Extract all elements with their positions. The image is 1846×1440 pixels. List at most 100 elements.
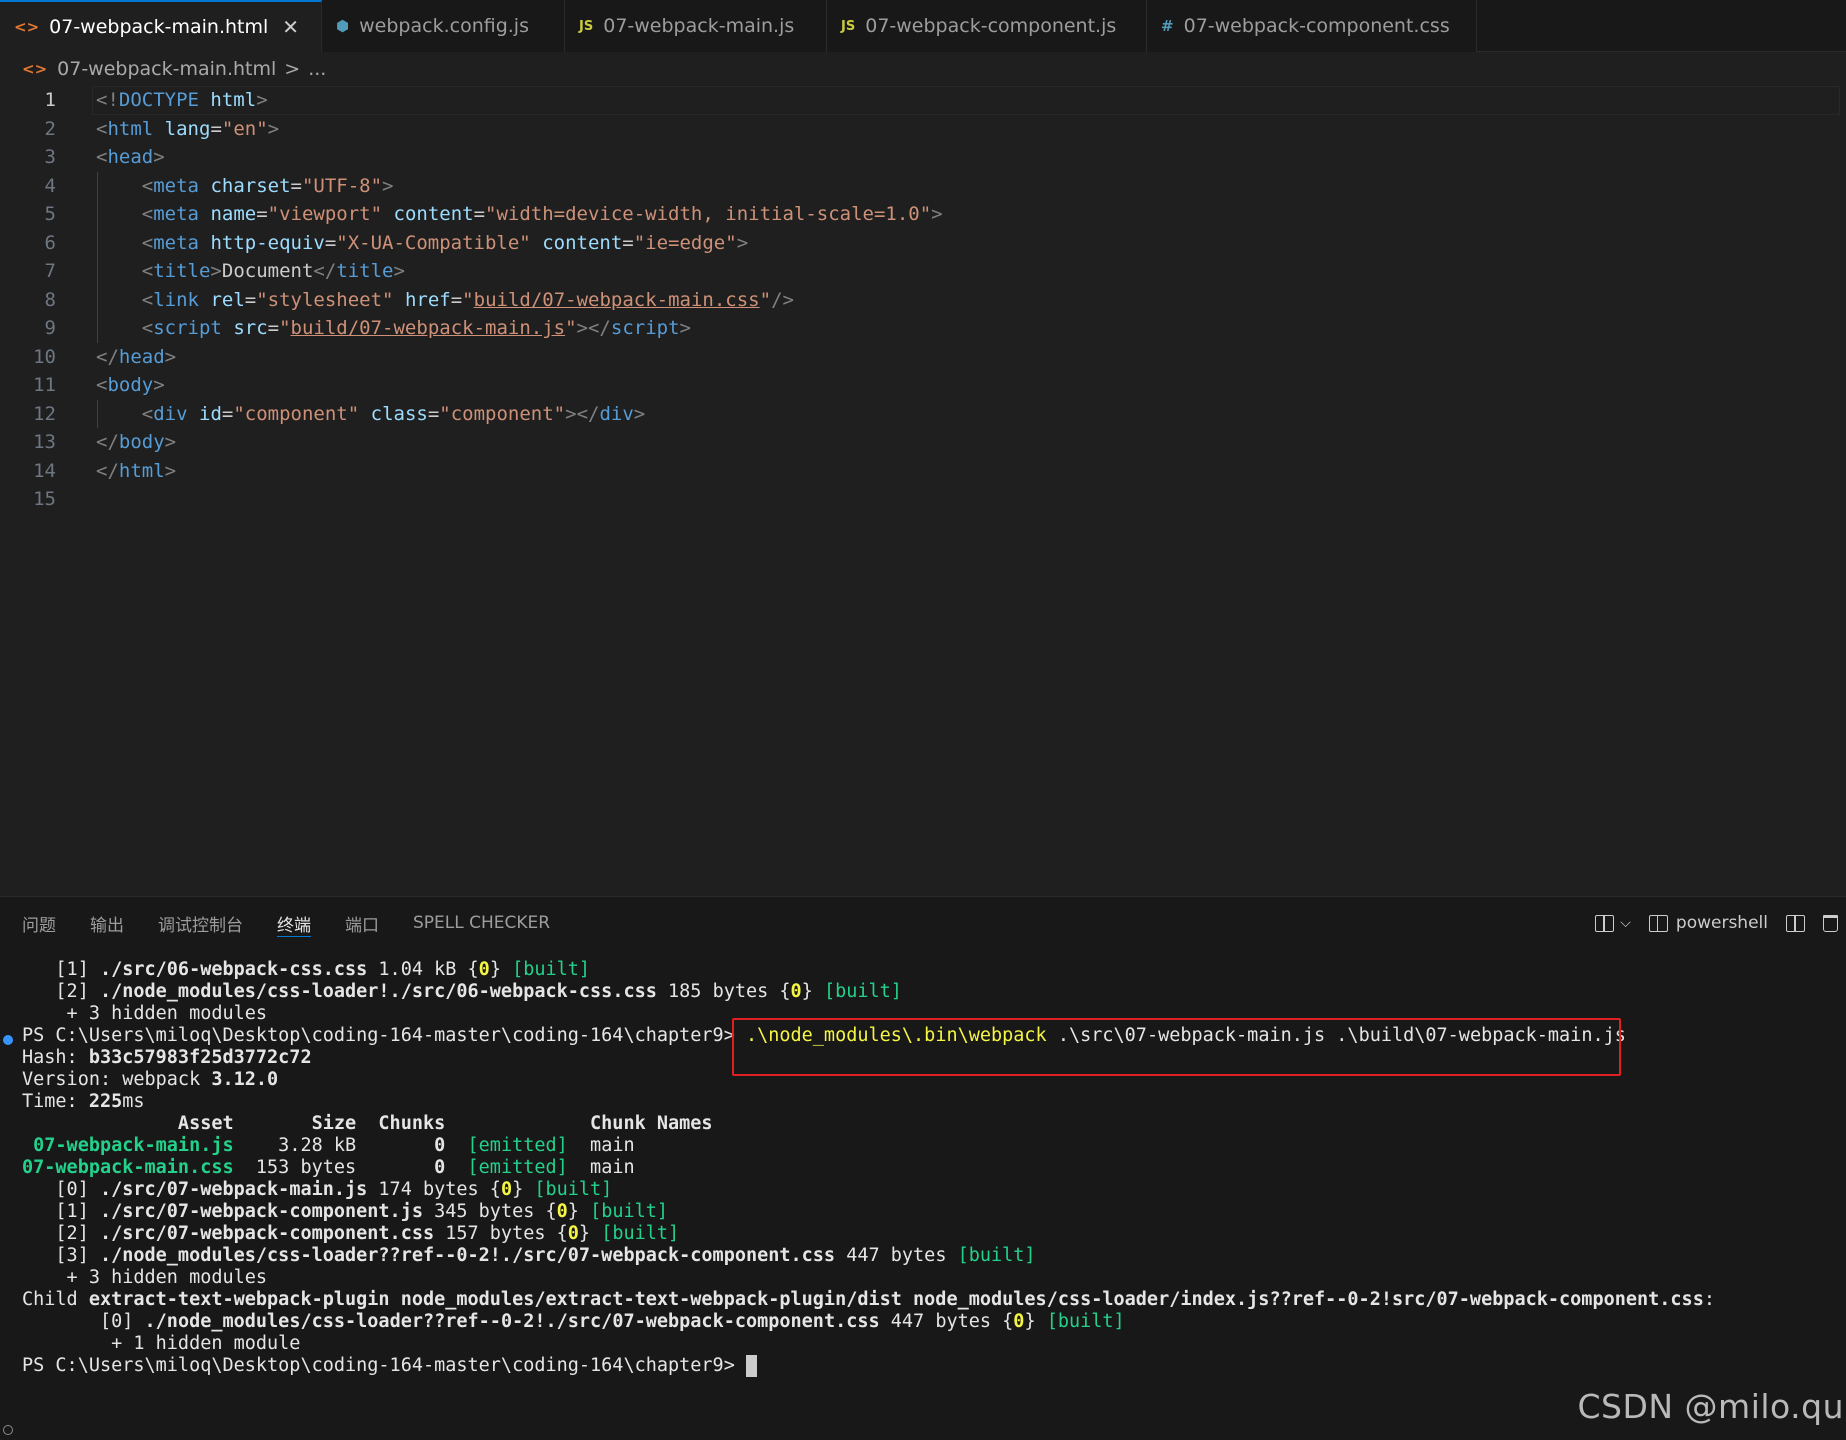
line-number: 1	[44, 89, 56, 112]
code-token: head	[107, 146, 154, 169]
terminal-text: 153 bytes	[233, 1157, 435, 1178]
code-token: script	[153, 317, 222, 340]
tab-webpack-config-js[interactable]: ⬢ webpack.config.js	[322, 0, 566, 52]
close-icon[interactable]: ✕	[282, 15, 299, 39]
terminal-text: ./node_modules/css-loader!./src/06-webpa…	[99, 981, 657, 1002]
code-line[interactable]: 9 <script src="build/07-webpack-main.js"…	[0, 314, 1846, 343]
js-file-icon: JS	[579, 18, 594, 34]
code-token: =	[473, 203, 486, 226]
code-token: >	[153, 374, 165, 397]
line-number: 9	[44, 317, 56, 340]
code-line[interactable]: 6 <meta http-equiv="X-UA-Compatible" con…	[0, 229, 1846, 258]
breadcrumb-file[interactable]: 07-webpack-main.html	[57, 58, 276, 80]
code-text: <div id="component" class="component"></…	[96, 403, 645, 425]
terminal-text: [built]	[957, 1245, 1036, 1266]
code-line[interactable]: 3 <head>	[0, 143, 1846, 172]
tab-spell-checker[interactable]: SPELL CHECKER	[413, 897, 550, 949]
code-token: "	[759, 288, 772, 311]
breadcrumb-symbols[interactable]: ...	[308, 58, 326, 80]
terminal-text: [3]	[22, 1245, 100, 1266]
terminal-text: }	[578, 1223, 602, 1244]
chevron-right-icon: >	[284, 58, 301, 80]
code-token: <	[141, 402, 154, 425]
tab-07-webpack-main-html[interactable]: <> 07-webpack-main.html ✕	[0, 0, 323, 52]
tab-07-webpack-component-js[interactable]: JS 07-webpack-component.js	[827, 0, 1148, 52]
tab-problems[interactable]: 问题	[22, 897, 56, 949]
code-line[interactable]: 11 <body>	[0, 371, 1846, 400]
code-text: <script src="build/07-webpack-main.js"><…	[96, 317, 691, 339]
code-token: =	[427, 402, 440, 425]
code-line[interactable]: 13 </body>	[0, 428, 1846, 457]
code-token: <	[141, 288, 154, 311]
terminal-text: 0	[434, 1157, 446, 1178]
code-token: name	[210, 203, 257, 226]
tab-output[interactable]: 输出	[90, 897, 124, 949]
code-line[interactable]: 10 </head>	[0, 343, 1846, 372]
code-line[interactable]: 15	[0, 485, 1846, 514]
terminal-text: [1]	[22, 959, 100, 980]
terminal-text: [0]	[22, 1311, 145, 1332]
tab-ports[interactable]: 端口	[345, 897, 379, 949]
code-token: >	[164, 459, 177, 482]
code-token: "width=device-width, initial-scale=1.0"	[485, 203, 932, 226]
code-line[interactable]: 4 <meta charset="UTF-8">	[0, 172, 1846, 201]
editor-tab-bar: <> 07-webpack-main.html ✕ ⬢ webpack.conf…	[0, 0, 1846, 52]
new-terminal-split-button[interactable]: ⌵	[1595, 914, 1631, 932]
terminal-text: }	[567, 1201, 591, 1222]
chevron-down-icon[interactable]: ⌵	[1620, 915, 1631, 931]
code-token: "component"	[233, 402, 360, 425]
code-token: href	[404, 288, 451, 311]
command-success-icon	[3, 1035, 13, 1045]
tab-label: 07-webpack-component.js	[865, 15, 1117, 37]
code-token: =	[324, 231, 337, 254]
code-token: >	[931, 203, 943, 226]
code-token: src	[233, 317, 268, 340]
terminal-text: 185 bytes {	[656, 981, 791, 1002]
terminal-text: 447 bytes	[835, 1245, 958, 1266]
code-token: content	[542, 231, 623, 254]
kill-terminal-button[interactable]	[1823, 914, 1838, 932]
tab-07-webpack-main-js[interactable]: JS 07-webpack-main.js	[565, 0, 828, 52]
code-token: >	[633, 402, 646, 425]
code-line[interactable]: 7 <title>Document</title>	[0, 257, 1846, 286]
terminal-text: 157 bytes {	[434, 1223, 568, 1244]
code-token[interactable]: build/07-webpack-main.js	[291, 317, 566, 339]
html-file-icon: <>	[22, 60, 48, 78]
terminal-text: Time:	[22, 1091, 89, 1112]
terminal-text: b33c57983f25d3772c72	[88, 1047, 312, 1068]
code-line[interactable]: 8 <link rel="stylesheet" href="build/07-…	[0, 286, 1846, 315]
code-token: >	[736, 231, 749, 254]
terminal-text: }	[1024, 1311, 1047, 1332]
code-text: <link rel="stylesheet" href="build/07-we…	[96, 289, 794, 311]
tab-terminal[interactable]: 终端	[277, 897, 311, 949]
panel-tab-bar: 问题 输出 调试控制台 终端 端口 SPELL CHECKER	[0, 897, 1846, 949]
code-token[interactable]: build/07-webpack-main.css	[474, 289, 760, 311]
code-line[interactable]: 2 <html lang="en">	[0, 115, 1846, 144]
terminal-line: PS C:\Users\miloq\Desktop\coding-164-mas…	[22, 1353, 757, 1379]
code-line[interactable]: 12 <div id="component" class="component"…	[0, 400, 1846, 429]
terminal-icon	[1648, 914, 1668, 932]
code-token: </	[96, 459, 119, 482]
tab-07-webpack-component-css[interactable]: # 07-webpack-component.css	[1147, 0, 1478, 52]
line-number: 5	[44, 203, 56, 226]
code-token: head	[118, 345, 165, 368]
split-terminal-button[interactable]	[1786, 914, 1805, 932]
code-editor[interactable]: 1 <!DOCTYPE html> 2 <html lang="en"> 3 <head>…	[0, 86, 1846, 896]
code-line[interactable]: 14 </html>	[0, 457, 1846, 486]
code-token: </	[96, 345, 119, 368]
code-line[interactable]: 5 <meta name="viewport" content="width=d…	[0, 200, 1846, 229]
code-token: </	[313, 260, 337, 283]
code-token: div	[153, 402, 188, 425]
line-number: 2	[44, 117, 56, 140]
tab-debug-console[interactable]: 调试控制台	[158, 897, 243, 949]
terminal-text: 225	[88, 1091, 123, 1112]
terminal-instance[interactable]: powershell	[1648, 913, 1768, 933]
code-text: <html lang="en">	[96, 118, 279, 140]
